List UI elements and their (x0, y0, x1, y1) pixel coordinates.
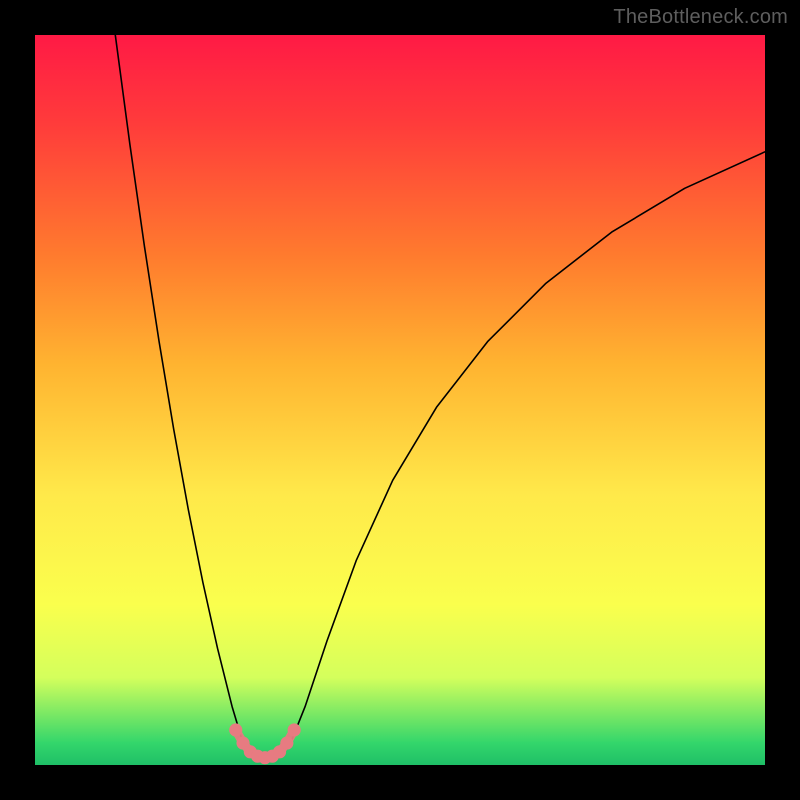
plot-area (35, 35, 765, 765)
chart-frame: TheBottleneck.com (0, 0, 800, 800)
curve-svg (35, 35, 765, 765)
series-bottleneck-right (291, 152, 766, 743)
watermark-text: TheBottleneck.com (613, 6, 788, 29)
series-bottleneck-left (115, 35, 243, 743)
series-optimal-markers (229, 723, 301, 764)
